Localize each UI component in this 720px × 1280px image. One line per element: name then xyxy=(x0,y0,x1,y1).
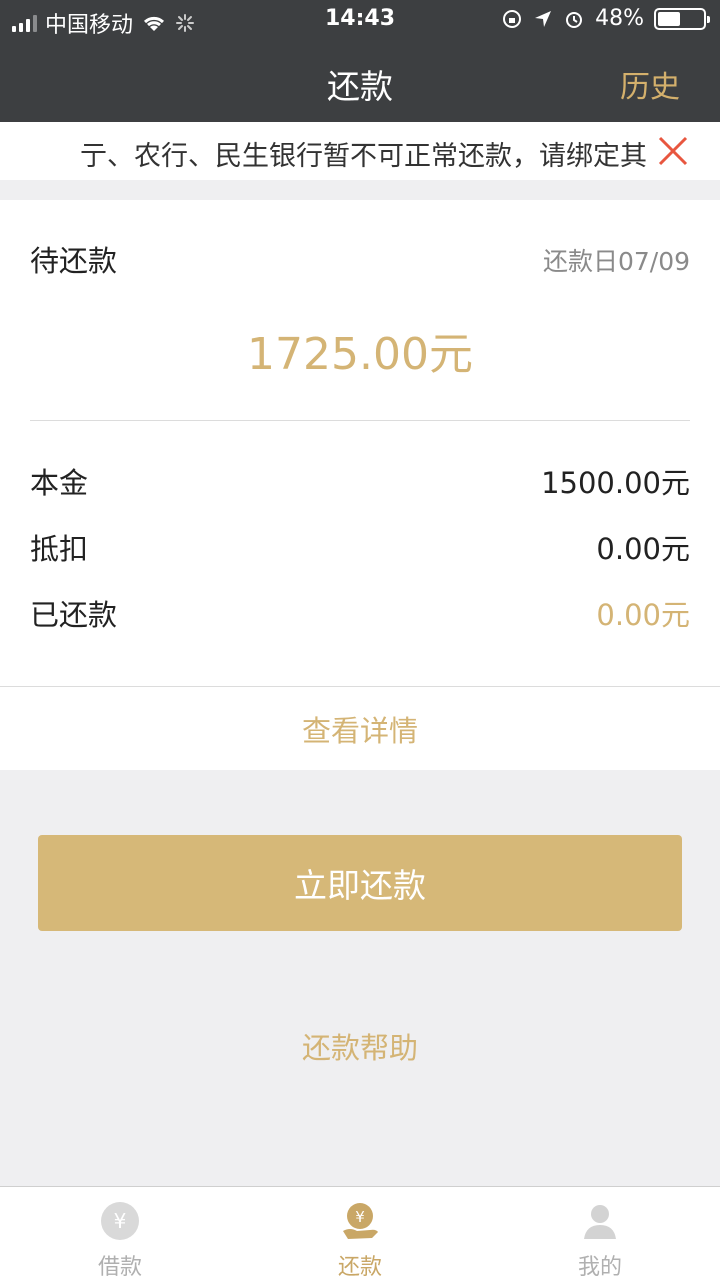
battery-icon xyxy=(654,7,710,30)
status-bar: 中国移动 14:43 48% xyxy=(0,0,720,40)
tab-mine[interactable]: 我的 xyxy=(480,1187,720,1280)
pending-label: 待还款 xyxy=(30,244,118,278)
due-date: 还款日07/09 xyxy=(542,247,690,276)
principal-row: 本金 1500.00元 xyxy=(30,460,690,500)
svg-text:¥: ¥ xyxy=(114,1209,127,1233)
alarm-icon xyxy=(566,11,583,28)
person-icon xyxy=(584,1205,616,1239)
deduction-row: 抵扣 0.00元 xyxy=(30,526,690,566)
notice-banner: 亍、农行、民生银行暂不可正常还款，请绑定其 xyxy=(0,122,720,180)
view-details-link[interactable]: 查看详情 xyxy=(0,708,720,750)
tab-bar: ¥ 借款 ¥ 还款 我的 xyxy=(0,1186,720,1280)
tab-borrow[interactable]: ¥ 借款 xyxy=(0,1187,240,1280)
divider xyxy=(30,420,690,421)
pending-amount: 1725.00元 xyxy=(247,329,473,380)
repayment-summary-card: 待还款 还款日07/09 1725.00元 本金 1500.00元 抵扣 0.0… xyxy=(0,200,720,770)
tab-label: 我的 xyxy=(577,1255,622,1280)
rotation-lock-icon xyxy=(503,9,522,28)
nav-bar: 还款 历史 xyxy=(0,40,720,122)
hand-coin-icon: ¥ xyxy=(343,1203,378,1239)
close-icon[interactable] xyxy=(656,134,690,168)
tab-label: 还款 xyxy=(337,1255,382,1280)
history-button[interactable]: 历史 xyxy=(620,62,680,106)
divider xyxy=(0,686,720,687)
location-arrow-icon xyxy=(535,10,552,27)
page-title: 还款 xyxy=(327,67,393,106)
repay-now-button[interactable]: 立即还款 xyxy=(38,835,682,931)
repaid-row: 已还款 0.00元 xyxy=(30,592,690,632)
principal-value: 1500.00元 xyxy=(541,466,690,500)
svg-text:¥: ¥ xyxy=(355,1208,365,1226)
repay-help-link[interactable]: 还款帮助 xyxy=(0,1025,720,1067)
battery-percent: 48% xyxy=(595,6,644,31)
tab-repay[interactable]: ¥ 还款 xyxy=(240,1187,480,1280)
status-right: 48% xyxy=(501,6,710,31)
principal-label: 本金 xyxy=(30,466,89,500)
repaid-value: 0.00元 xyxy=(596,598,690,632)
notice-text: 亍、农行、民生银行暂不可正常还款，请绑定其 xyxy=(80,141,646,172)
tab-label: 借款 xyxy=(97,1255,142,1280)
deduction-label: 抵扣 xyxy=(30,532,89,566)
deduction-value: 0.00元 xyxy=(596,532,690,566)
repaid-label: 已还款 xyxy=(30,598,118,632)
yen-coin-icon: ¥ xyxy=(101,1202,139,1240)
